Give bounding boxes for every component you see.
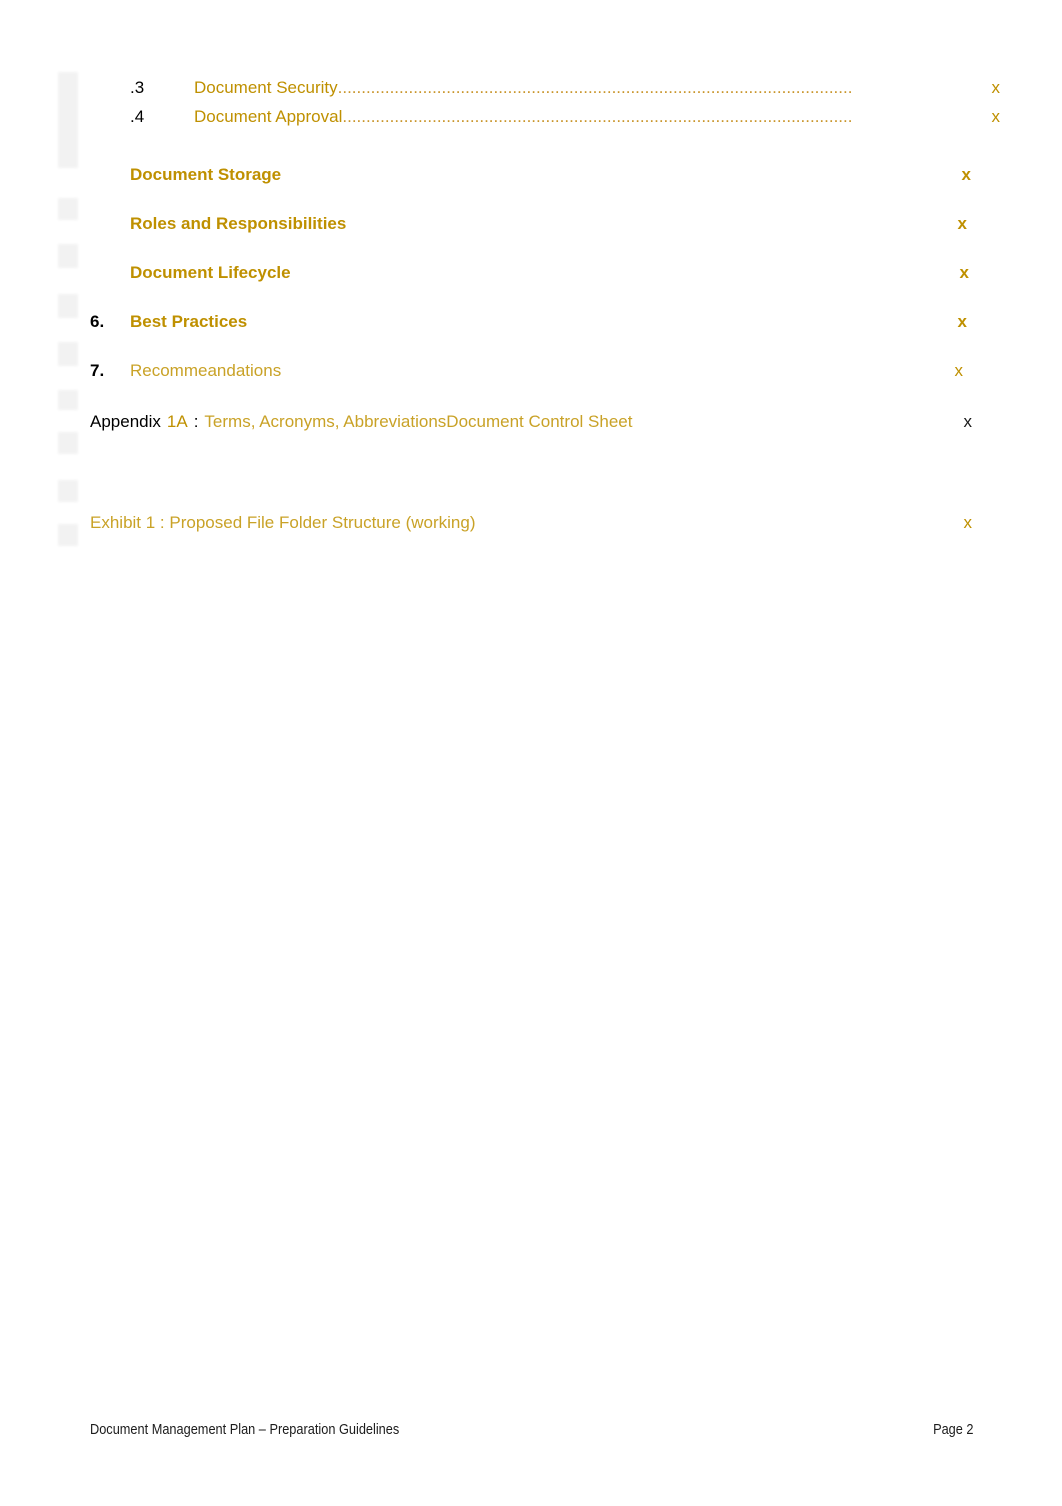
appendix-page: x xyxy=(963,412,973,431)
toc-entry-page: x xyxy=(959,263,969,282)
toc-entry-page: x xyxy=(991,78,1001,97)
footer-document-title: Document Management Plan – Preparation G… xyxy=(90,1422,400,1438)
footer-page-number: Page 2 xyxy=(933,1422,974,1438)
exhibit-page: x xyxy=(963,513,973,532)
document-page: .3 Document Security ...................… xyxy=(0,0,1062,1506)
toc-entry-title[interactable]: Document Lifecycle xyxy=(130,263,291,283)
toc-entry-page: x xyxy=(957,312,967,331)
table-of-contents: .3 Document Security ...................… xyxy=(0,78,1062,533)
toc-entry-roles-and-responsibilities[interactable]: Roles and Responsibilities x xyxy=(0,203,1062,234)
toc-entry-title[interactable]: Document Approval xyxy=(194,107,342,127)
toc-entry-number: 7. xyxy=(90,361,105,380)
toc-leader-dots: ........................................… xyxy=(342,107,853,126)
toc-entry-exhibit-1[interactable]: Exhibit 1 : Proposed File Folder Structu… xyxy=(0,502,1062,533)
toc-entry-title[interactable]: Roles and Responsibilities xyxy=(130,214,346,234)
toc-entry-best-practices[interactable]: 6. Best Practices x xyxy=(0,301,1062,332)
toc-entry-number: .3 xyxy=(130,78,145,97)
appendix-title-continued[interactable]: Document Control Sheet xyxy=(446,412,632,432)
exhibit-title[interactable]: Exhibit 1 : Proposed File Folder Structu… xyxy=(90,513,476,533)
toc-leader-dots: ........................................… xyxy=(337,78,853,97)
toc-entry-title[interactable]: Best Practices xyxy=(130,312,247,332)
toc-entry-recommeandations[interactable]: 7. Recommeandations x xyxy=(0,350,1062,381)
appendix-id[interactable]: 1A xyxy=(167,412,188,432)
toc-entry-number: 6. xyxy=(90,312,105,331)
appendix-label: Appendix xyxy=(90,412,161,431)
toc-entry-document-approval[interactable]: .4 Document Approval ...................… xyxy=(0,107,1062,127)
page-footer: Document Management Plan – Preparation G… xyxy=(90,1422,974,1438)
toc-entry-document-lifecycle[interactable]: Document Lifecycle x xyxy=(0,252,1062,283)
appendix-separator: : xyxy=(193,412,199,431)
toc-entry-title[interactable]: Document Security xyxy=(194,78,338,98)
toc-entry-title[interactable]: Document Storage xyxy=(130,165,281,185)
toc-entry-document-storage[interactable]: Document Storage x xyxy=(0,154,1062,185)
toc-entry-page: x xyxy=(991,107,1001,126)
appendix-title[interactable]: Terms, Acronyms, Abbreviations xyxy=(204,412,446,432)
toc-entry-appendix-1a[interactable]: Appendix 1A : Terms, Acronyms, Abbreviat… xyxy=(0,401,1062,432)
toc-entry-title[interactable]: Recommeandations xyxy=(130,361,281,381)
toc-entry-page: x xyxy=(954,361,964,380)
toc-entry-page: x xyxy=(957,214,967,233)
toc-entry-number: .4 xyxy=(130,107,145,126)
toc-entry-document-security[interactable]: .3 Document Security ...................… xyxy=(0,78,1062,98)
toc-entry-page: x xyxy=(961,165,971,184)
